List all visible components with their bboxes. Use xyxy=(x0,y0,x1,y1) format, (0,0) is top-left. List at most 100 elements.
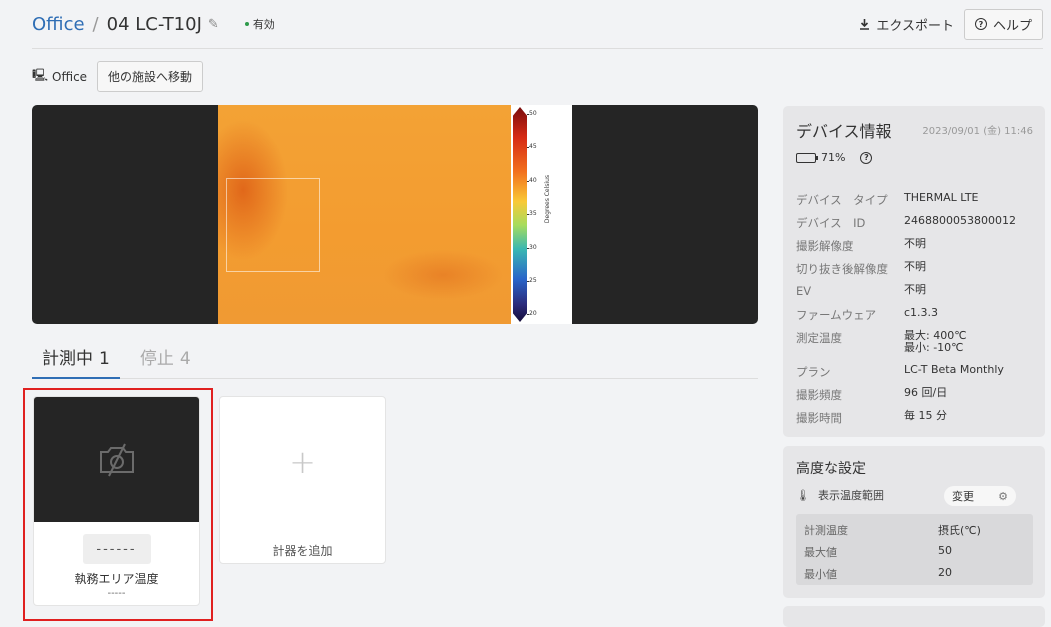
change-range-button[interactable]: 変更 ⚙ xyxy=(944,486,1016,506)
colorbar-tick: 45 xyxy=(527,143,537,150)
info-value: 不明 xyxy=(904,260,926,273)
info-value: 最大: 400℃ 最小: -10℃ xyxy=(904,330,967,354)
info-key: 撮影時間 xyxy=(796,411,842,425)
status-dot-icon xyxy=(244,22,249,26)
battery-icon xyxy=(796,152,818,163)
meter-title: 執務エリア温度 xyxy=(74,572,159,586)
help-label: ヘルプ xyxy=(992,18,1032,34)
settings-value: 摂氏(℃) xyxy=(938,524,981,537)
meter-card-image xyxy=(34,397,199,522)
settings-row: 最小値 20 xyxy=(804,566,952,582)
breadcrumb-separator: / xyxy=(92,13,99,35)
info-key: 撮影頻度 xyxy=(796,388,842,402)
info-value: THERMAL LTE xyxy=(904,191,979,204)
info-key: デバイス タイプ xyxy=(796,193,888,207)
meter-card[interactable]: ------ 執務エリア温度 ----- xyxy=(33,396,200,606)
device-info-panel: デバイス情報 2023/09/01 (金) 11:46 71% ? デバイス タ… xyxy=(783,106,1045,437)
tab-label: 計測中 xyxy=(42,349,93,369)
question-icon: ? xyxy=(974,18,987,30)
next-panel xyxy=(783,606,1045,627)
info-row: デバイス タイプ THERMAL LTE xyxy=(796,192,1037,208)
info-row: EV 不明 xyxy=(796,283,1037,299)
device-info-datetime: 2023/09/01 (金) 11:46 xyxy=(922,126,1033,137)
facility-row: 🖳 Office 他の施設へ移動 xyxy=(32,61,204,92)
thermometer-icon: 🌡 xyxy=(796,488,810,502)
status-badge: 有効 xyxy=(244,16,275,32)
add-meter-label: 計器を追加 xyxy=(272,544,333,558)
help-button[interactable]: ? ヘルプ xyxy=(963,8,1043,40)
question-icon[interactable]: ? xyxy=(860,151,873,164)
tab-count: 1 xyxy=(99,349,110,369)
info-value-min: 最小: -10℃ xyxy=(904,341,964,354)
colorbar-gradient xyxy=(513,107,527,322)
battery-percent: 71% xyxy=(821,151,846,164)
export-label: エクスポート xyxy=(876,18,954,34)
info-row: 切り抜き後解像度 不明 xyxy=(796,261,1037,277)
tab-measuring[interactable]: 計測中 1 xyxy=(32,345,120,379)
measurement-area-box[interactable] xyxy=(226,178,320,272)
header-divider xyxy=(32,48,1043,49)
info-value: LC-T Beta Monthly xyxy=(904,363,1004,376)
info-row: プラン LC-T Beta Monthly xyxy=(796,364,1037,380)
monitor-icon: 🖳 xyxy=(32,68,49,82)
colorbar: 50 45 40 35 30 25 20 Degrees Celsius xyxy=(511,105,572,324)
edit-pencil-icon[interactable]: ✎ xyxy=(208,17,219,32)
info-row: 測定温度 最大: 400℃ 最小: -10℃ xyxy=(796,330,1037,354)
thermal-image xyxy=(218,105,511,324)
settings-key: 計測温度 xyxy=(804,524,848,537)
info-row: デバイス ID 2468800053800012 xyxy=(796,215,1037,231)
meter-value: ------ xyxy=(82,534,151,564)
info-key: 切り抜き後解像度 xyxy=(796,262,888,276)
advanced-settings-panel: 高度な設定 🌡 表示温度範囲 変更 ⚙ 計測温度 摂氏(℃) 最大値 50 最小値 2… xyxy=(783,446,1045,598)
page-header: Office / 04 LC-T10J ✎ 有効 エクスポート ? ヘルプ xyxy=(32,8,1043,40)
colorbar-tick: 50 xyxy=(527,110,537,117)
breadcrumb-facility-link[interactable]: Office xyxy=(32,14,85,35)
info-row: ファームウェア c1.3.3 xyxy=(796,307,1037,323)
change-label: 変更 xyxy=(952,490,974,503)
info-key: EV xyxy=(796,284,812,298)
info-row: 撮影頻度 96 回/日 xyxy=(796,387,1037,403)
thermal-image-viewer: 50 45 40 35 30 25 20 Degrees Celsius xyxy=(32,105,758,324)
settings-value: 20 xyxy=(938,566,952,579)
facility-name: Office xyxy=(52,69,88,84)
status-label: 有効 xyxy=(252,18,275,31)
info-value: 不明 xyxy=(904,283,926,296)
settings-key: 最小値 xyxy=(804,568,837,581)
info-key: 測定温度 xyxy=(796,331,842,345)
tab-count: 4 xyxy=(179,349,191,369)
info-key: ファームウェア xyxy=(796,308,877,322)
meter-tabs: 計測中 1 停止 4 xyxy=(32,345,758,379)
plus-icon: + xyxy=(289,443,316,481)
settings-key: 最大値 xyxy=(804,546,837,559)
colorbar-tick: 20 xyxy=(527,310,537,317)
gear-icon: ⚙ xyxy=(998,489,1008,503)
tab-stopped[interactable]: 停止 4 xyxy=(130,345,201,379)
device-title: 04 LC-T10J xyxy=(106,13,202,35)
colorbar-tick: 35 xyxy=(527,210,537,217)
colorbar-tick: 40 xyxy=(527,177,537,184)
colorbar-tick: 25 xyxy=(527,277,537,284)
info-value: 不明 xyxy=(904,237,926,250)
no-image-icon xyxy=(99,443,134,476)
settings-value: 50 xyxy=(938,544,952,557)
info-value: c1.3.3 xyxy=(904,306,939,319)
advanced-settings-title: 高度な設定 xyxy=(796,461,866,477)
display-range-label: 表示温度範囲 xyxy=(817,489,884,502)
export-button[interactable]: エクスポート xyxy=(859,15,954,34)
info-value: 2468800053800012 xyxy=(904,214,1016,227)
move-facility-button[interactable]: 他の施設へ移動 xyxy=(97,61,204,92)
device-info-title: デバイス情報 xyxy=(796,122,892,141)
tab-label: 停止 xyxy=(139,349,174,369)
info-key: プラン xyxy=(796,365,831,379)
settings-row: 最大値 50 xyxy=(804,544,952,560)
download-icon xyxy=(860,18,870,30)
add-meter-card[interactable]: + 計器を追加 xyxy=(219,396,386,564)
colorbar-tick: 30 xyxy=(527,244,537,251)
info-row: 撮影解像度 不明 xyxy=(796,238,1037,254)
battery-status: 71% ? xyxy=(796,151,873,164)
display-range-row: 🌡 表示温度範囲 xyxy=(796,487,884,503)
info-value: 96 回/日 xyxy=(904,386,948,399)
settings-row: 計測温度 摂氏(℃) xyxy=(804,522,981,538)
info-key: 撮影解像度 xyxy=(796,239,854,253)
info-row: 撮影時間 毎 15 分 xyxy=(796,410,1037,426)
